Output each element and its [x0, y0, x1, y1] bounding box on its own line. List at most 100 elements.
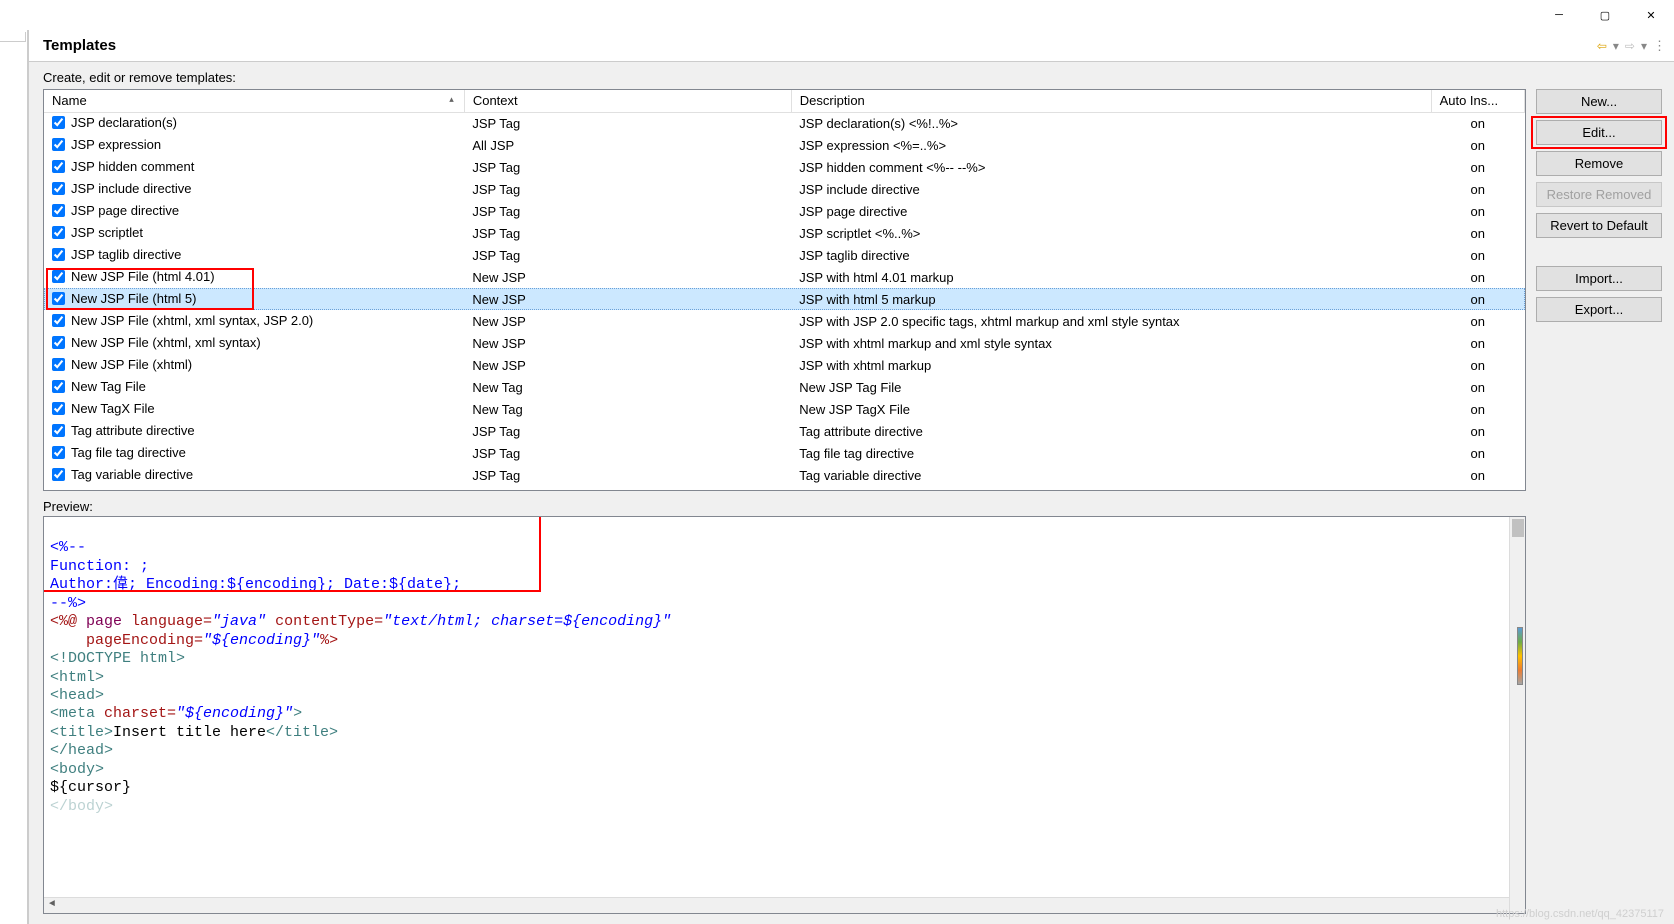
column-description[interactable]: Description: [791, 90, 1431, 112]
export-button[interactable]: Export...: [1536, 297, 1662, 322]
table-row[interactable]: Tag attribute directiveJSP TagTag attrib…: [44, 420, 1525, 442]
row-description-label: JSP hidden comment <%-- --%>: [791, 156, 1431, 178]
new-button[interactable]: New...: [1536, 89, 1662, 114]
row-checkbox[interactable]: [52, 314, 65, 327]
column-autoins[interactable]: Auto Ins...: [1431, 90, 1524, 112]
row-context-label: New Tag: [464, 398, 791, 420]
row-checkbox[interactable]: [52, 380, 65, 393]
table-row[interactable]: New JSP File (xhtml)New JSPJSP with xhtm…: [44, 354, 1525, 376]
row-autoins-label: on: [1431, 266, 1524, 288]
row-checkbox[interactable]: [52, 358, 65, 371]
row-context-label: New JSP: [464, 332, 791, 354]
menu-icon[interactable]: ⋮: [1653, 38, 1666, 54]
revert-button[interactable]: Revert to Default: [1536, 213, 1662, 238]
row-autoins-label: on: [1431, 288, 1524, 310]
row-autoins-label: on: [1431, 464, 1524, 486]
row-name-label: New JSP File (xhtml): [71, 357, 192, 372]
row-context-label: New JSP: [464, 266, 791, 288]
row-checkbox[interactable]: [52, 226, 65, 239]
remove-button[interactable]: Remove: [1536, 151, 1662, 176]
table-row[interactable]: JSP page directiveJSP TagJSP page direct…: [44, 200, 1525, 222]
row-checkbox[interactable]: [52, 116, 65, 129]
row-context-label: New JSP: [464, 354, 791, 376]
table-row[interactable]: New Tag FileNew TagNew JSP Tag Fileon: [44, 376, 1525, 398]
row-name-label: JSP taglib directive: [71, 247, 181, 262]
row-name-label: New JSP File (xhtml, xml syntax): [71, 335, 261, 350]
table-row[interactable]: New JSP File (xhtml, xml syntax)New JSPJ…: [44, 332, 1525, 354]
row-autoins-label: on: [1431, 134, 1524, 156]
row-checkbox[interactable]: [52, 270, 65, 283]
table-row[interactable]: New JSP File (xhtml, xml syntax, JSP 2.0…: [44, 310, 1525, 332]
table-row[interactable]: Tag file tag directiveJSP TagTag file ta…: [44, 442, 1525, 464]
row-name-label: New JSP File (html 4.01): [71, 269, 215, 284]
row-context-label: New JSP: [464, 310, 791, 332]
row-name-label: New Tag File: [71, 379, 146, 394]
table-row[interactable]: JSP scriptletJSP TagJSP scriptlet <%..%>…: [44, 222, 1525, 244]
window-titlebar: ─ ▢ ✕: [0, 0, 1674, 30]
row-name-label: JSP expression: [71, 137, 161, 152]
forward-icon[interactable]: ⇨: [1625, 39, 1635, 53]
table-row[interactable]: JSP hidden commentJSP TagJSP hidden comm…: [44, 156, 1525, 178]
row-description-label: JSP page directive: [791, 200, 1431, 222]
table-row[interactable]: JSP declaration(s) JSP TagJSP declaration…: [44, 112, 1525, 134]
table-row[interactable]: New TagX FileNew TagNew JSP TagX Fileon: [44, 398, 1525, 420]
row-context-label: All JSP: [464, 134, 791, 156]
left-panel-stub: [0, 30, 28, 924]
preview-label: Preview:: [43, 499, 1526, 514]
preview-pane[interactable]: <%-- Function: ; Author:偉; Encoding:${en…: [43, 516, 1526, 914]
import-button[interactable]: Import...: [1536, 266, 1662, 291]
row-checkbox[interactable]: [52, 182, 65, 195]
preview-hscrollbar[interactable]: ◄: [44, 897, 1509, 913]
row-checkbox[interactable]: [52, 292, 65, 305]
maximize-button[interactable]: ▢: [1582, 0, 1628, 30]
edit-button[interactable]: Edit...: [1536, 120, 1662, 145]
row-checkbox[interactable]: [52, 138, 65, 151]
row-autoins-label: on: [1431, 200, 1524, 222]
minimize-button[interactable]: ─: [1536, 0, 1582, 30]
table-row[interactable]: JSP expressionAll JSPJSP expression <%=.…: [44, 134, 1525, 156]
row-name-label: Tag file tag directive: [71, 445, 186, 460]
column-name[interactable]: Name▴: [44, 90, 464, 112]
row-autoins-label: on: [1431, 398, 1524, 420]
row-context-label: JSP Tag: [464, 112, 791, 134]
row-description-label: JSP with html 4.01 markup: [791, 266, 1431, 288]
row-checkbox[interactable]: [52, 336, 65, 349]
sort-indicator-icon: ▴: [449, 94, 454, 105]
table-row[interactable]: New JSP File (html 5)New JSPJSP with htm…: [44, 288, 1525, 310]
row-description-label: JSP with JSP 2.0 specific tags, xhtml ma…: [791, 310, 1431, 332]
row-name-label: JSP declaration(s): [71, 115, 177, 130]
row-description-label: JSP taglib directive: [791, 244, 1431, 266]
row-autoins-label: on: [1431, 112, 1524, 134]
row-description-label: Tag variable directive: [791, 464, 1431, 486]
row-name-label: JSP hidden comment: [71, 159, 194, 174]
row-checkbox[interactable]: [52, 248, 65, 261]
back-menu-icon[interactable]: ▾: [1613, 39, 1619, 53]
row-checkbox[interactable]: [52, 160, 65, 173]
row-checkbox[interactable]: [52, 204, 65, 217]
row-autoins-label: on: [1431, 178, 1524, 200]
templates-table[interactable]: Name▴ Context Description Auto Ins... JS…: [43, 89, 1526, 491]
row-context-label: JSP Tag: [464, 442, 791, 464]
watermark-text: https://blog.csdn.net/qq_42375117: [1496, 908, 1664, 920]
table-row[interactable]: JSP include directiveJSP TagJSP include …: [44, 178, 1525, 200]
forward-menu-icon[interactable]: ▾: [1641, 39, 1647, 53]
row-description-label: Tag attribute directive: [791, 420, 1431, 442]
row-name-label: New TagX File: [71, 401, 155, 416]
row-checkbox[interactable]: [52, 446, 65, 459]
row-autoins-label: on: [1431, 156, 1524, 178]
back-icon[interactable]: ⇦: [1597, 39, 1607, 53]
row-name-label: JSP include directive: [71, 181, 191, 196]
row-autoins-label: on: [1431, 376, 1524, 398]
row-checkbox[interactable]: [52, 468, 65, 481]
row-description-label: JSP declaration(s) <%!..%>: [791, 112, 1431, 134]
column-context[interactable]: Context: [464, 90, 791, 112]
page-title: Templates: [43, 37, 116, 54]
row-autoins-label: on: [1431, 442, 1524, 464]
close-button[interactable]: ✕: [1628, 0, 1674, 30]
table-row[interactable]: Tag variable directiveJSP TagTag variabl…: [44, 464, 1525, 486]
table-row[interactable]: JSP taglib directiveJSP TagJSP taglib di…: [44, 244, 1525, 266]
row-checkbox[interactable]: [52, 424, 65, 437]
row-context-label: New JSP: [464, 288, 791, 310]
table-row[interactable]: New JSP File (html 4.01) New JSPJSP with …: [44, 266, 1525, 288]
row-checkbox[interactable]: [52, 402, 65, 415]
